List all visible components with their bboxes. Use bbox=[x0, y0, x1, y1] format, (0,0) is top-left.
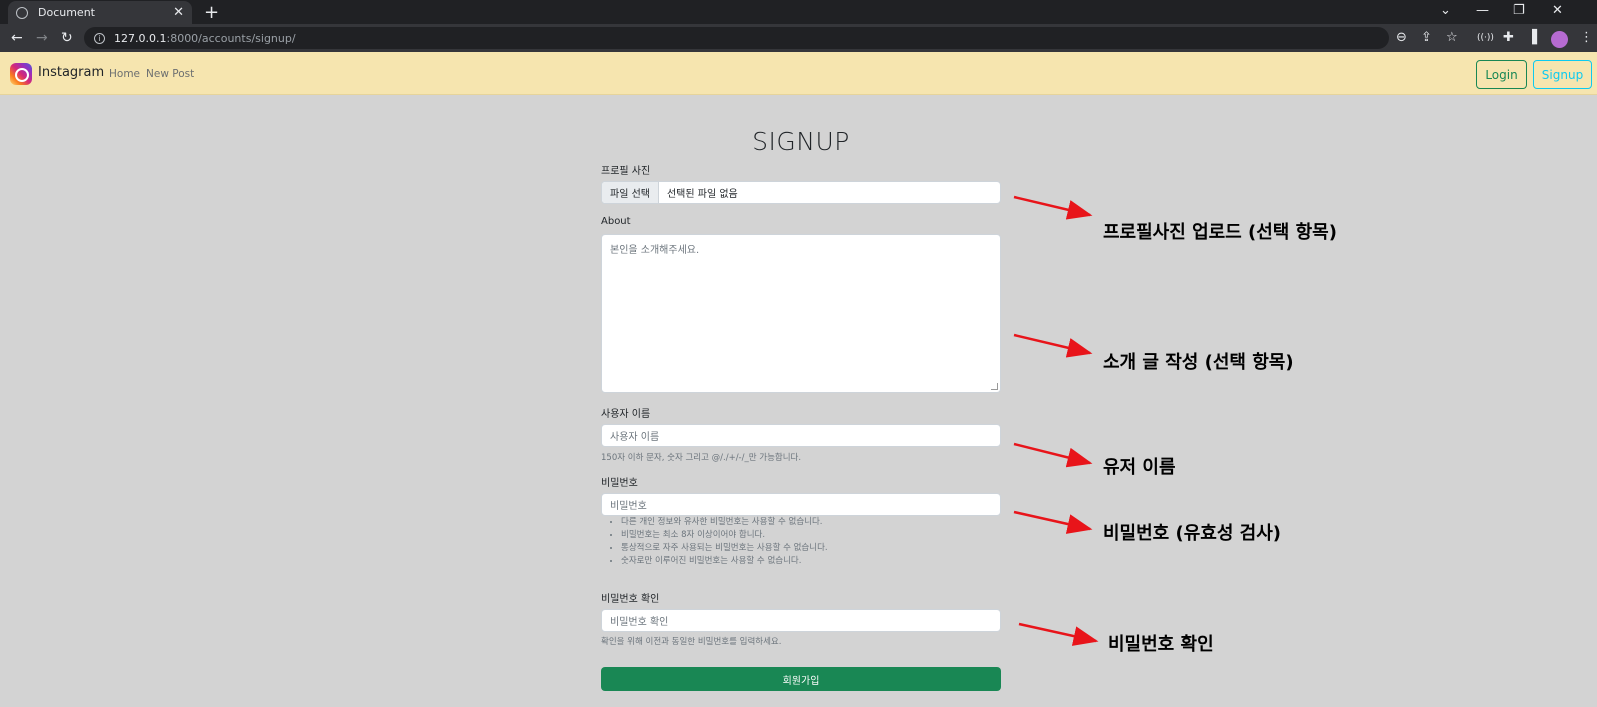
arrow-about bbox=[1013, 333, 1093, 358]
annotation-confirm: 비밀번호 확인 bbox=[1108, 634, 1214, 655]
annotation-username: 유저 이름 bbox=[1103, 457, 1176, 478]
arrow-password bbox=[1013, 510, 1093, 534]
arrow-username bbox=[1013, 442, 1093, 468]
annotation-arrows bbox=[1013, 195, 1099, 646]
annotation-profile: 프로필사진 업로드 (선택 항목) bbox=[1103, 222, 1337, 243]
annotation-about: 소개 글 작성 (선택 항목) bbox=[1103, 352, 1294, 373]
arrow-profile bbox=[1013, 195, 1093, 220]
arrow-confirm bbox=[1018, 622, 1099, 646]
annotation-password: 비밀번호 (유효성 검사) bbox=[1103, 523, 1282, 544]
